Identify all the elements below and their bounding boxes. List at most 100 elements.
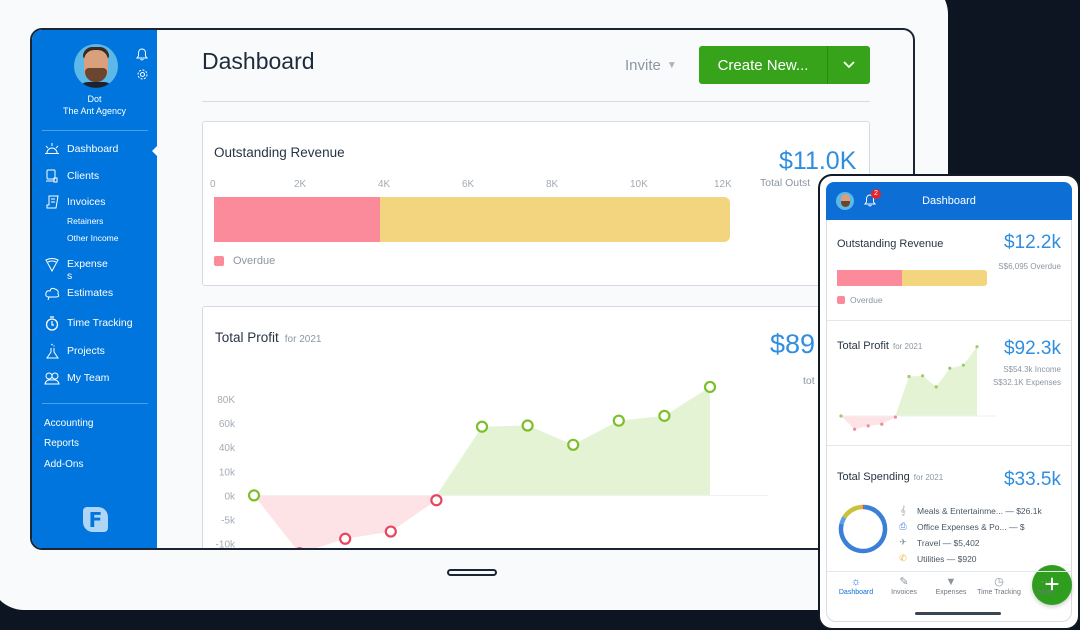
invite-dropdown[interactable]: Invite ▼ — [625, 57, 677, 74]
axis-tick-label: 2K — [294, 179, 307, 190]
phone-home-indicator — [915, 612, 1001, 615]
user-name: Dot — [87, 94, 102, 104]
sidebar-item-my-team[interactable]: My Team — [44, 371, 109, 385]
invite-label: Invite — [625, 57, 661, 74]
invoice-icon: ✎ — [899, 576, 909, 588]
data-point[interactable] — [703, 380, 717, 394]
axis-tick-label: 8K — [546, 179, 559, 190]
chevron-down-icon — [843, 61, 855, 69]
create-new-split-button: Create New... — [699, 46, 870, 84]
data-point[interactable] — [521, 419, 534, 432]
card-title: Outstanding Revenue — [214, 145, 345, 160]
user-organization: The Ant Agency — [62, 106, 127, 116]
invoice-icon — [44, 195, 60, 209]
gear-icon[interactable] — [135, 68, 149, 82]
sidebar-divider — [42, 130, 148, 131]
stopwatch-icon — [44, 315, 60, 331]
phone-header: 2 Dashboard — [826, 182, 1072, 220]
y-tick-label: 60k — [219, 419, 236, 430]
create-new-button[interactable]: Create New... — [699, 46, 827, 84]
spending-item[interactable]: ✆ Utilities — $920 — [897, 553, 976, 564]
printer-icon: ⎙ — [899, 521, 907, 531]
tab-expenses[interactable]: ▼ Expenses — [926, 575, 976, 596]
tab-invoices[interactable]: ✎ Invoices — [879, 575, 929, 596]
data-point[interactable] — [567, 438, 580, 451]
avatar[interactable] — [74, 44, 118, 88]
sidebar-item-expenses[interactable]: Expense s — [44, 258, 108, 282]
sidebar-item-clients[interactable]: Clients — [44, 169, 99, 183]
sidebar-item-label: My Team — [67, 372, 110, 384]
tab-time-tracking[interactable]: ◷ Time Tracking — [973, 575, 1025, 596]
sidebar-link-reports[interactable]: Reports — [44, 438, 79, 449]
spending-item[interactable]: ⎙ Office Expenses & Po... — $ — [897, 521, 1024, 532]
phone-data-point — [893, 415, 897, 419]
overdue-bar[interactable] — [214, 197, 380, 242]
axis-tick-label: 10K — [630, 179, 648, 190]
chevron-down-icon: ▼ — [666, 60, 677, 71]
data-point[interactable] — [339, 532, 352, 545]
total-profit-card[interactable]: Total Profit for 2021 $89 tot 80K 60k 40k 10… — [202, 306, 870, 550]
sidebar-item-label: Projects — [67, 345, 105, 357]
outstanding-revenue-card[interactable]: Outstanding Revenue 0 2K 4K 6K 8K 10K 12K Over… — [202, 121, 870, 286]
data-point[interactable] — [384, 525, 397, 538]
sidebar-item-label: Dashboard — [67, 143, 119, 155]
phone-data-point — [934, 385, 938, 389]
sidebar-item-dashboard[interactable]: Dashboard — [44, 142, 118, 156]
sidebar-link-add-ons[interactable]: Add-Ons — [44, 459, 83, 470]
phone-spending-title: Total Spending for 2021 — [837, 471, 944, 483]
tab-more[interactable]: ⋯ More — [1021, 575, 1071, 596]
phone-data-point — [853, 427, 857, 431]
data-point[interactable] — [612, 414, 625, 427]
tab-dashboard[interactable]: ☼ Dashboard — [831, 575, 881, 596]
y-tick-label: 0k — [224, 491, 236, 502]
phone-data-point — [921, 374, 925, 378]
app-window: Dot The Ant Agency Dashboard Clients Inv… — [30, 28, 915, 550]
cloud-icon — [44, 286, 60, 300]
spending-item[interactable]: ✈ Travel — $5,402 — [897, 537, 979, 548]
donut-segment[interactable] — [842, 504, 863, 519]
data-point[interactable] — [658, 409, 671, 422]
spending-item[interactable]: 𝄞 Meals & Entertainme... — $26.1k — [897, 505, 1041, 516]
data-point[interactable] — [475, 420, 489, 433]
phone-icon: ✆ — [899, 553, 907, 563]
create-new-dropdown-button[interactable] — [828, 46, 870, 84]
sidebar-link-accounting[interactable]: Accounting — [44, 418, 93, 429]
phone-positive-area — [895, 346, 977, 416]
phone-frame: 2 Dashboard Outstanding Revenue $12.2k S… — [818, 174, 1080, 630]
phone-title: Dashboard — [922, 195, 976, 207]
sidebar-item-label: Estimates — [67, 287, 114, 299]
stopwatch-icon: ◷ — [994, 576, 1004, 588]
phone-data-point — [948, 366, 952, 370]
phone-data-point — [907, 374, 911, 379]
y-tick-label: 80K — [217, 395, 235, 406]
bell-icon[interactable] — [135, 48, 149, 62]
data-point[interactable] — [295, 547, 305, 550]
donut-segment[interactable] — [839, 516, 847, 525]
sidebar-item-invoices[interactable]: Invoices — [44, 195, 106, 209]
sun-icon — [44, 142, 60, 156]
sidebar-item-estimates[interactable]: Estimates — [44, 286, 113, 300]
phone-profit-chart — [839, 345, 997, 431]
expense-icon — [44, 258, 60, 272]
plane-icon: ✈ — [899, 537, 907, 547]
data-point[interactable] — [247, 489, 261, 502]
page-title: Dashboard — [202, 48, 315, 74]
outstanding-total-label: Total Outst — [760, 177, 811, 189]
phone-data-point — [961, 363, 965, 367]
sidebar-item-projects[interactable]: Projects — [44, 343, 105, 359]
tablet-home-button[interactable] — [447, 569, 497, 576]
legend-swatch-overdue — [214, 256, 224, 266]
sidebar-item-label: Time Tracking — [67, 317, 133, 329]
axis-tick-label: 12K — [714, 179, 732, 190]
sidebar-item-time-tracking[interactable]: Time Tracking — [44, 315, 133, 331]
data-point[interactable] — [430, 494, 443, 507]
sidebar-item-label: Expense s — [67, 258, 108, 282]
sidebar-subitem-retainers[interactable]: Retainers — [67, 216, 103, 226]
profit-chart: 80K60k40k10k0k-5k-10k-15k — [216, 380, 768, 550]
axis-tick-label: 6K — [462, 179, 475, 190]
freshbooks-logo: F — [83, 507, 108, 532]
sidebar-subitem-other-income[interactable]: Other Income — [67, 233, 119, 243]
team-icon — [44, 371, 60, 385]
expense-icon: ▼ — [945, 576, 957, 588]
phone-data-point — [839, 414, 843, 418]
